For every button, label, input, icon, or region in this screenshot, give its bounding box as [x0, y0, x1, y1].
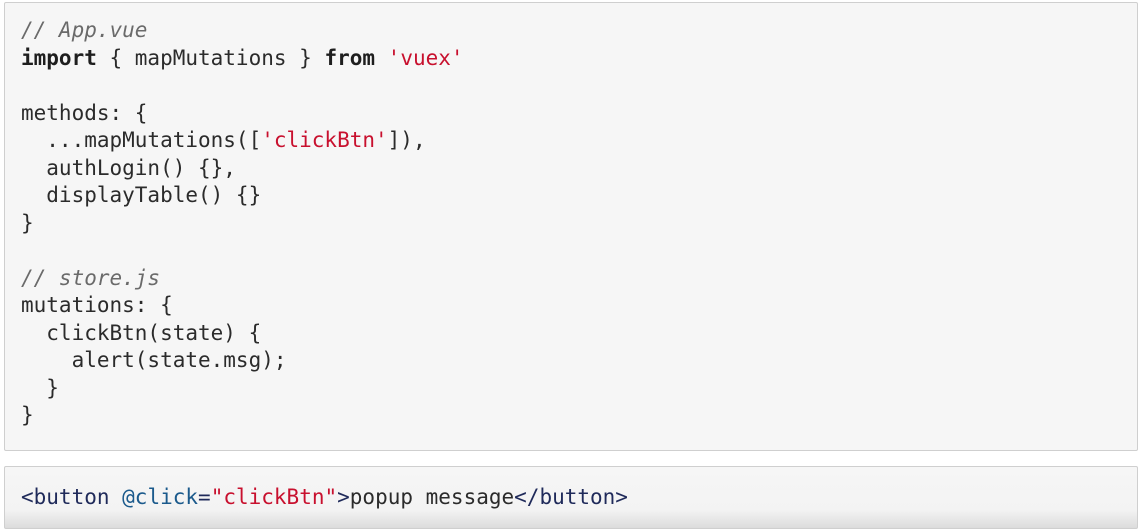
code-attribute-value: "clickBtn": [210, 485, 338, 509]
code-text: =: [198, 485, 211, 509]
code-text: clickBtn(state) {: [21, 320, 262, 345]
code-line: ...mapMutations(['clickBtn']),: [21, 127, 1137, 155]
code-line: }: [21, 375, 1137, 403]
code-text: ...mapMutations([: [21, 128, 262, 152]
code-string: 'clickBtn': [261, 128, 388, 152]
code-block-button: <button @click="clickBtn">popup message<…: [4, 466, 1138, 529]
code-text: }: [21, 210, 34, 235]
code-tag: <button: [21, 485, 110, 509]
code-text: ]),: [387, 128, 426, 152]
code-line: import { mapMutations } from 'vuex': [21, 45, 1137, 73]
code-block-main: // App.vue import { mapMutations } from …: [4, 2, 1138, 451]
code-text: }: [21, 375, 59, 400]
code-line: alert(state.msg);: [21, 347, 1137, 375]
code-line: methods: {: [21, 100, 1137, 128]
code-text: popup message: [349, 485, 515, 509]
code-text: }: [21, 403, 34, 427]
code-text: { mapMutations }: [96, 45, 325, 70]
code-text: alert(state.msg);: [21, 348, 287, 372]
code-text: mutations: {: [21, 293, 173, 317]
code-line: // store.js: [21, 265, 1137, 293]
code-keyword: from: [324, 45, 376, 70]
code-line: // App.vue: [21, 17, 1137, 45]
code-line: mutations: {: [21, 292, 1137, 320]
code-text: authLogin() {},: [21, 155, 236, 180]
code-comment: // store.js: [21, 265, 161, 290]
code-tag: >: [337, 485, 350, 509]
code-line: }: [21, 210, 1137, 238]
code-keyword: import: [21, 45, 97, 70]
code-attribute: @click: [109, 485, 199, 509]
code-line: clickBtn(state) {: [21, 320, 1137, 348]
code-tag: </button>: [514, 485, 628, 509]
code-line: authLogin() {},: [21, 155, 1137, 183]
code-comment: // App.vue: [21, 18, 148, 42]
code-line: displayTable() {}: [21, 182, 1137, 210]
code-text: methods: {: [21, 100, 148, 125]
code-string: 'vuex': [387, 45, 464, 70]
code-text: displayTable() {}: [21, 183, 262, 207]
code-line: <button @click="clickBtn">popup message<…: [21, 484, 1137, 512]
code-line: }: [21, 402, 1137, 430]
